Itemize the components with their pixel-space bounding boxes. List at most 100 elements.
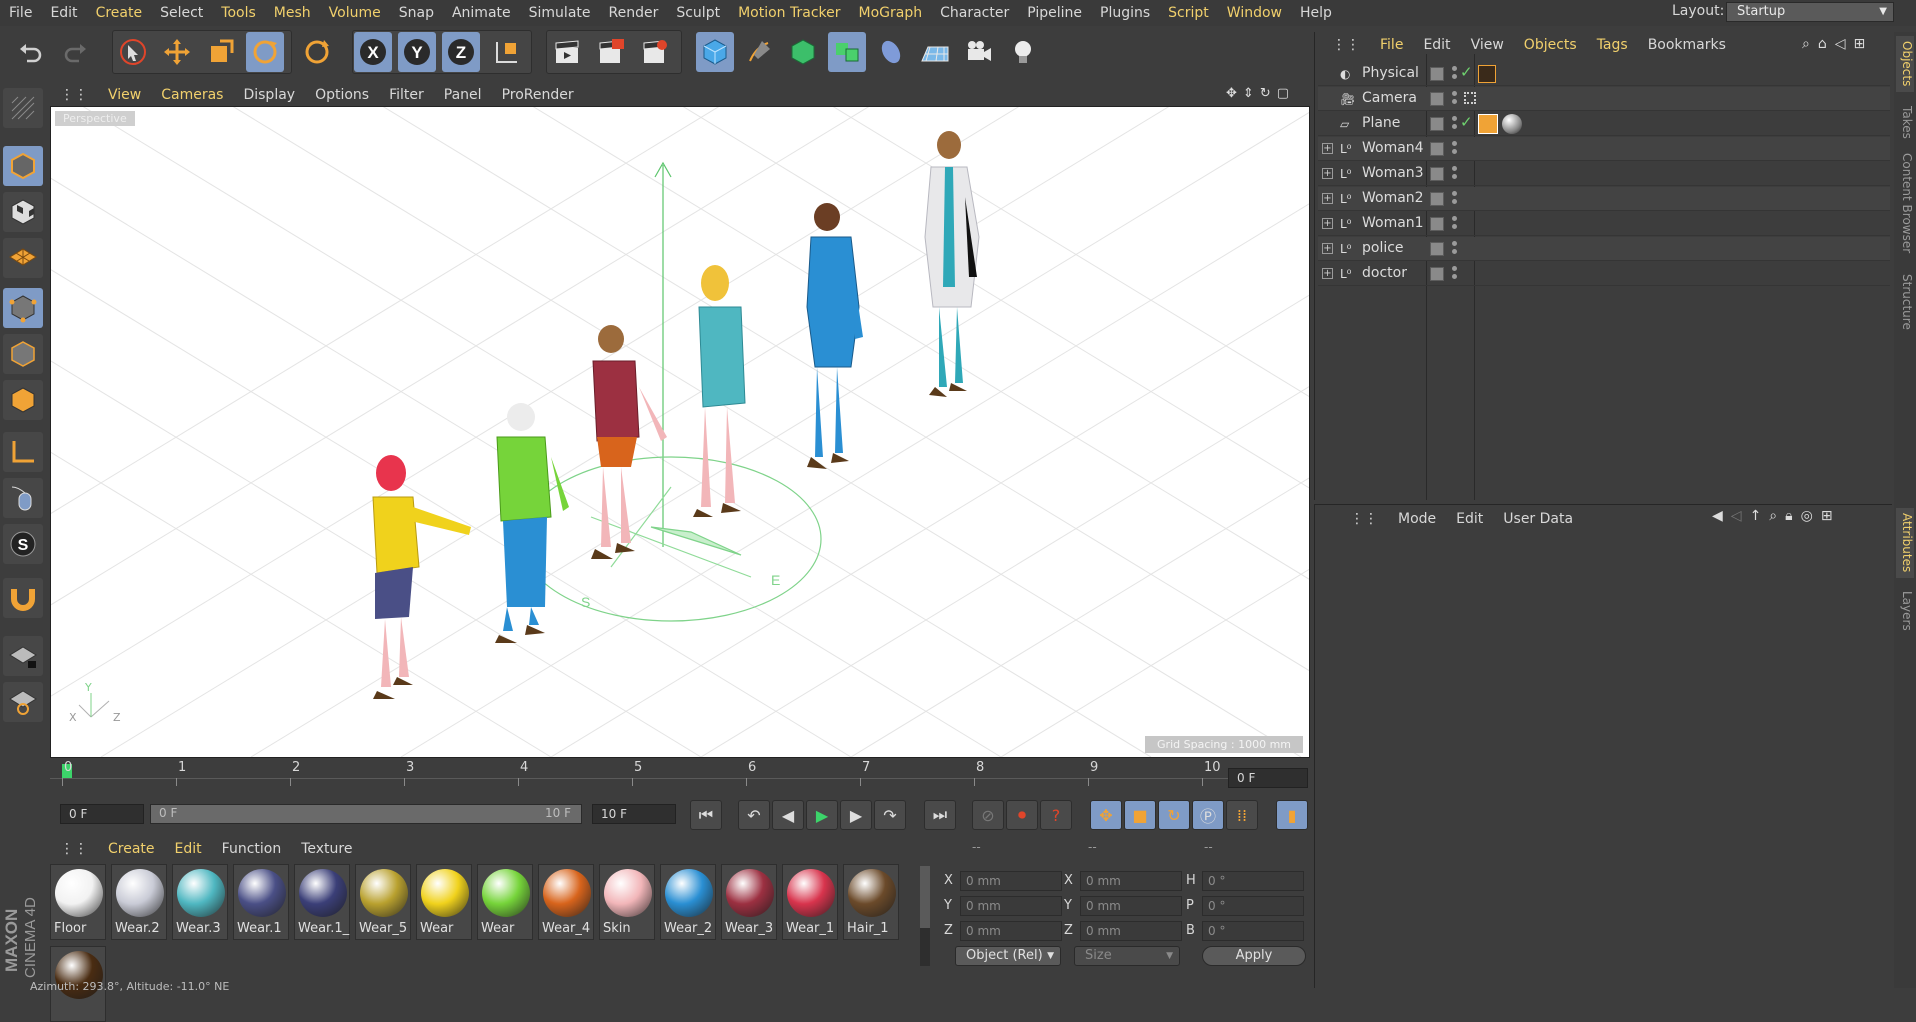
object-row[interactable]: + L⁰ Woman3 — [1318, 162, 1890, 186]
render-view-button[interactable] — [548, 32, 586, 72]
material-swatch[interactable]: Wear — [416, 864, 472, 940]
recent-tool-button[interactable] — [298, 32, 336, 72]
viewport-menu-cameras[interactable]: Cameras — [151, 87, 233, 103]
end-frame-field[interactable]: 10 F — [592, 804, 676, 824]
maximize-icon[interactable]: ▢ — [1277, 86, 1289, 101]
expand-icon[interactable]: + — [1322, 143, 1333, 154]
material-tag-icon[interactable] — [1502, 114, 1522, 134]
size-mode-select[interactable]: Size ▼ — [1074, 946, 1180, 966]
material-swatch[interactable]: Wear_3 — [721, 864, 777, 940]
layer-icon[interactable] — [1430, 217, 1444, 231]
scale-button[interactable] — [202, 32, 240, 72]
menu-volume[interactable]: Volume — [320, 0, 390, 26]
expand-icon[interactable]: + — [1322, 168, 1333, 179]
timeline[interactable]: 0 1 2 3 4 5 6 7 8 9 10 — [50, 758, 1308, 790]
material-swatch[interactable]: Wear — [477, 864, 533, 940]
key-rotation-button[interactable]: ↻ — [1158, 800, 1190, 830]
key-position-button[interactable]: ✥ — [1090, 800, 1122, 830]
object-row[interactable]: + L⁰ Woman2 — [1318, 187, 1890, 211]
coordinate-system-button[interactable] — [488, 32, 526, 72]
object-menu-view[interactable]: View — [1461, 37, 1514, 53]
object-row[interactable]: + L⁰ doctor — [1318, 262, 1890, 286]
live-selection-button[interactable] — [114, 32, 152, 72]
object-row[interactable]: + L⁰ police — [1318, 237, 1890, 261]
coordinate-field[interactable]: 0 ° — [1202, 896, 1304, 916]
coordinate-field[interactable]: 0 ° — [1202, 921, 1304, 941]
menu-render[interactable]: Render — [600, 0, 668, 26]
camera-button[interactable] — [960, 32, 998, 72]
apply-button[interactable]: Apply — [1202, 946, 1306, 966]
previous-key-button[interactable]: ↶ — [738, 800, 770, 830]
current-frame-field[interactable]: 0 F — [1228, 768, 1308, 788]
material-swatch[interactable]: Skin — [599, 864, 655, 940]
next-key-button[interactable]: ↷ — [874, 800, 906, 830]
orbit-icon[interactable]: ↻ — [1260, 86, 1271, 101]
back-icon[interactable]: ◁ — [1835, 36, 1846, 52]
new-window-icon[interactable]: ⊞ — [1854, 36, 1866, 52]
menu-motion-tracker[interactable]: Motion Tracker — [729, 0, 849, 26]
render-settings-button[interactable] — [636, 32, 674, 72]
menu-animate[interactable]: Animate — [443, 0, 520, 26]
object-row[interactable]: + L⁰ Woman4 — [1318, 137, 1890, 161]
viewport-menu-prorender[interactable]: ProRender — [492, 87, 584, 103]
lock-workplane-button[interactable] — [3, 636, 43, 676]
expand-icon[interactable]: + — [1322, 243, 1333, 254]
axis-mode-button[interactable] — [3, 432, 43, 472]
menu-mesh[interactable]: Mesh — [265, 0, 320, 26]
visibility-dots-icon[interactable] — [1452, 241, 1458, 257]
object-menu-bookmarks[interactable]: Bookmarks — [1638, 37, 1736, 53]
material-menu-edit[interactable]: Edit — [165, 841, 212, 857]
tab-objects[interactable]: Objects — [1896, 36, 1914, 92]
menu-create[interactable]: Create — [87, 0, 152, 26]
menu-mograph[interactable]: MoGraph — [850, 0, 932, 26]
texture-mode-button[interactable] — [3, 192, 43, 232]
menu-script[interactable]: Script — [1159, 0, 1218, 26]
layer-icon[interactable] — [1430, 242, 1444, 256]
points-mode-button[interactable] — [3, 288, 43, 328]
previous-frame-button[interactable]: ◀ — [772, 800, 804, 830]
layer-icon[interactable] — [1430, 142, 1444, 156]
up-arrow-icon[interactable]: ↑ — [1750, 508, 1762, 524]
object-menu-objects[interactable]: Objects — [1514, 37, 1587, 53]
material-swatch[interactable]: Floor — [50, 864, 106, 940]
visibility-dots-icon[interactable] — [1452, 116, 1458, 132]
material-swatch[interactable]: Wear.1 — [233, 864, 289, 940]
new-window-icon[interactable]: ⊞ — [1821, 508, 1833, 524]
enabled-check-icon[interactable]: ✓ — [1460, 113, 1473, 131]
key-scale-button[interactable]: ■ — [1124, 800, 1156, 830]
visibility-dots-icon[interactable] — [1452, 66, 1458, 82]
sky-tag-icon[interactable] — [1478, 65, 1496, 83]
tab-layers[interactable]: Layers — [1896, 588, 1914, 634]
floor-button[interactable] — [916, 32, 954, 72]
object-row[interactable]: ◐ Physical Sky ✓ — [1318, 62, 1890, 86]
magnet-button[interactable] — [3, 578, 43, 618]
coordinate-field[interactable]: 0 mm — [960, 871, 1062, 891]
tab-structure[interactable]: Structure — [1896, 270, 1914, 334]
material-menu-texture[interactable]: Texture — [291, 841, 362, 857]
layer-icon[interactable] — [1430, 67, 1444, 81]
deformer-button[interactable] — [872, 32, 910, 72]
coordinate-field[interactable]: 0 mm — [960, 921, 1062, 941]
key-pla-button[interactable]: ⁞⁞ — [1226, 800, 1258, 830]
y-axis-button[interactable]: Y — [398, 32, 436, 72]
timeline-window-button[interactable]: ▮ — [1276, 800, 1308, 830]
go-to-end-button[interactable]: ⏭ — [924, 800, 956, 830]
subdivision-button[interactable] — [784, 32, 822, 72]
tab-takes[interactable]: Takes — [1896, 100, 1914, 144]
coordinate-field[interactable]: 0 mm — [1080, 921, 1182, 941]
snap-button[interactable]: S — [3, 524, 43, 564]
material-swatch[interactable]: Wear_5 — [355, 864, 411, 940]
material-scroll-thumb[interactable] — [920, 866, 930, 928]
material-menu-create[interactable]: Create — [98, 841, 165, 857]
object-menu-tags[interactable]: Tags — [1587, 37, 1638, 53]
3d-viewport[interactable]: E S X Y Z Perspective Grid Spacing: 100… — [50, 106, 1310, 758]
array-button[interactable] — [828, 32, 866, 72]
key-parameter-button[interactable]: Ⓟ — [1192, 800, 1224, 830]
tweak-mode-button[interactable] — [3, 478, 43, 518]
rotate-button[interactable] — [246, 32, 284, 72]
edges-mode-button[interactable] — [3, 334, 43, 374]
object-row[interactable]: 🎥︎ Camera — [1318, 87, 1890, 111]
make-editable-button[interactable] — [3, 88, 43, 128]
visibility-dots-icon[interactable] — [1452, 216, 1458, 232]
planar-workplane-button[interactable] — [3, 682, 43, 722]
